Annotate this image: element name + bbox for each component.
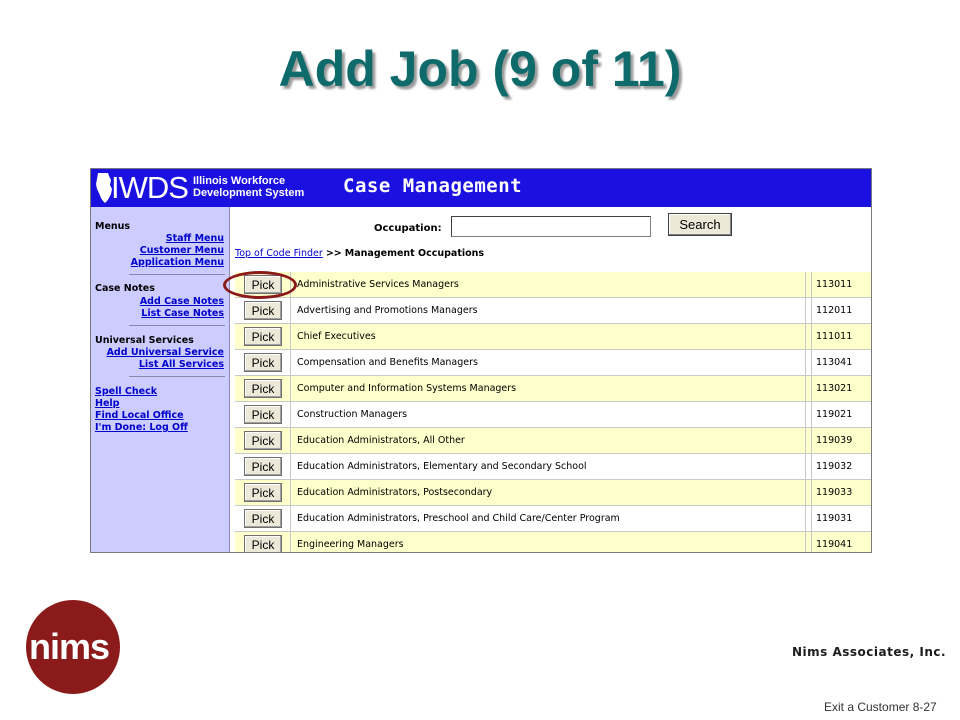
- company-name: Nims Associates, Inc.: [792, 645, 947, 659]
- occupation-title: Computer and Information Systems Manager…: [292, 376, 806, 402]
- org-name: Illinois Workforce Development System: [193, 175, 333, 199]
- app-screenshot: IWDS Illinois Workforce Development Syst…: [90, 168, 872, 553]
- org-name-line1: Illinois Workforce: [193, 175, 286, 187]
- highlight-circle: [223, 271, 297, 299]
- table-row: Pick Education Administrators, Postsecond…: [235, 480, 871, 506]
- customer-menu-link[interactable]: Customer Menu: [140, 245, 224, 256]
- breadcrumb-separator: >>: [325, 248, 342, 259]
- occupation-code: 113041: [811, 350, 871, 376]
- occupation-code: 119032: [811, 454, 871, 480]
- occupation-code: 112011: [811, 298, 871, 324]
- pick-cell: Pick: [235, 298, 291, 324]
- sidebar-divider: [129, 325, 225, 326]
- pick-button[interactable]: Pick: [244, 535, 282, 552]
- table-row: Pick Education Administrators, Elementary…: [235, 454, 871, 480]
- pick-button[interactable]: Pick: [244, 405, 282, 424]
- pick-cell: Pick: [235, 350, 291, 376]
- pick-cell: Pick: [235, 324, 291, 350]
- pick-button[interactable]: Pick: [244, 327, 282, 346]
- staff-menu-link[interactable]: Staff Menu: [166, 233, 224, 244]
- pick-cell: Pick: [235, 480, 291, 506]
- breadcrumb-current: Management Occupations: [344, 248, 485, 259]
- help-link[interactable]: Help: [95, 398, 119, 409]
- module-title: Case Management: [343, 175, 523, 197]
- table-row: Pick Computer and Information Systems Man…: [235, 376, 871, 402]
- occupation-title: Compensation and Benefits Managers: [292, 350, 806, 376]
- occupation-table: Pick Administrative Services Managers 1130…: [235, 272, 871, 552]
- nims-logo-text: nims: [28, 626, 110, 667]
- pick-button[interactable]: Pick: [244, 379, 282, 398]
- main-content: Occupation: Search Top of Code Finder >>…: [231, 207, 871, 552]
- table-row: Pick Education Administrators, All Other 1…: [235, 428, 871, 454]
- nims-logo: nims: [26, 600, 120, 694]
- application-menu-link[interactable]: Application Menu: [131, 257, 224, 268]
- occupation-title: Construction Managers: [292, 402, 806, 428]
- search-button[interactable]: Search: [668, 213, 732, 236]
- slide-title: Add Job (9 of 11): [278, 41, 682, 97]
- occupation-search-input[interactable]: [451, 216, 651, 237]
- sidebar: Menus Staff Menu Customer Menu Applicati…: [91, 207, 230, 552]
- pick-button[interactable]: Pick: [244, 431, 282, 450]
- pick-button[interactable]: Pick: [244, 353, 282, 372]
- occupation-label: Occupation:: [374, 223, 442, 234]
- app-header: IWDS Illinois Workforce Development Syst…: [91, 169, 871, 207]
- occupation-title: Education Administrators, Postsecondary: [292, 480, 806, 506]
- sidebar-divider: [129, 274, 225, 275]
- spell-check-link[interactable]: Spell Check: [95, 386, 157, 397]
- log-off-link[interactable]: I'm Done: Log Off: [95, 422, 188, 433]
- occupation-code: 119039: [811, 428, 871, 454]
- slide-footer: Exit a Customer 8-27: [824, 700, 937, 714]
- occupation-title: Education Administrators, Elementary and…: [292, 454, 806, 480]
- table-row: Pick Chief Executives 111011: [235, 324, 871, 350]
- occupation-title: Education Administrators, Preschool and …: [292, 506, 806, 532]
- table-row: Pick Construction Managers 119021: [235, 402, 871, 428]
- add-case-notes-link[interactable]: Add Case Notes: [140, 296, 224, 307]
- table-row: Pick Education Administrators, Preschool …: [235, 506, 871, 532]
- org-name-line2: Development System: [193, 187, 305, 199]
- occupation-code: 119033: [811, 480, 871, 506]
- pick-button[interactable]: Pick: [244, 457, 282, 476]
- table-row: Pick Administrative Services Managers 1130…: [235, 272, 871, 298]
- table-row: Pick Engineering Managers 119041: [235, 532, 871, 552]
- add-universal-service-link[interactable]: Add Universal Service: [107, 347, 224, 358]
- occupation-title: Engineering Managers: [292, 532, 806, 552]
- iwds-logo: IWDS: [111, 170, 189, 205]
- table-row: Pick Compensation and Benefits Managers 11…: [235, 350, 871, 376]
- occupation-code: 119041: [811, 532, 871, 552]
- pick-button[interactable]: Pick: [244, 509, 282, 528]
- menus-heading: Menus: [95, 221, 131, 232]
- occupation-code: 111011: [811, 324, 871, 350]
- find-local-office-link[interactable]: Find Local Office: [95, 410, 184, 421]
- occupation-title: Administrative Services Managers: [292, 272, 806, 298]
- occupation-title: Education Administrators, All Other: [292, 428, 806, 454]
- pick-cell: Pick: [235, 428, 291, 454]
- breadcrumb: Top of Code Finder >> Management Occupat…: [235, 248, 484, 259]
- table-row: Pick Advertising and Promotions Managers 1…: [235, 298, 871, 324]
- occupation-title: Chief Executives: [292, 324, 806, 350]
- occupation-title: Advertising and Promotions Managers: [292, 298, 806, 324]
- case-notes-heading: Case Notes: [95, 283, 155, 294]
- occupation-code: 113011: [811, 272, 871, 298]
- list-case-notes-link[interactable]: List Case Notes: [141, 308, 224, 319]
- list-all-services-link[interactable]: List All Services: [139, 359, 224, 370]
- occupation-code: 113021: [811, 376, 871, 402]
- pick-cell: Pick: [235, 506, 291, 532]
- universal-services-heading: Universal Services: [95, 335, 194, 346]
- top-of-code-finder-link[interactable]: Top of Code Finder: [235, 248, 323, 259]
- pick-cell: Pick: [235, 454, 291, 480]
- pick-cell: Pick: [235, 532, 291, 552]
- occupation-code: 119031: [811, 506, 871, 532]
- occupation-code: 119021: [811, 402, 871, 428]
- pick-cell: Pick: [235, 376, 291, 402]
- pick-cell: Pick: [235, 402, 291, 428]
- pick-button[interactable]: Pick: [244, 483, 282, 502]
- pick-button[interactable]: Pick: [244, 301, 282, 320]
- sidebar-divider: [129, 376, 225, 377]
